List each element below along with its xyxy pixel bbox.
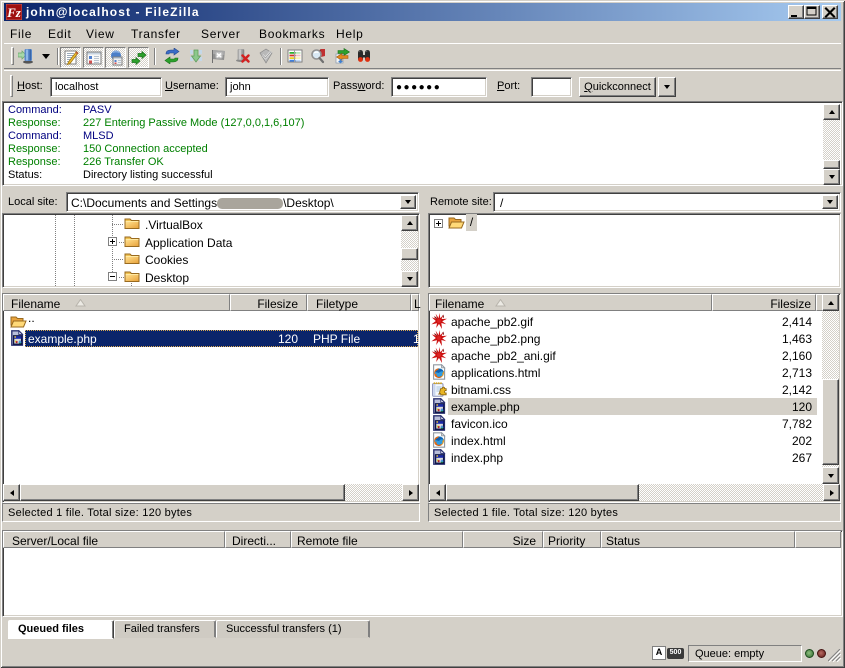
- svg-text:Fz: Fz: [6, 5, 22, 20]
